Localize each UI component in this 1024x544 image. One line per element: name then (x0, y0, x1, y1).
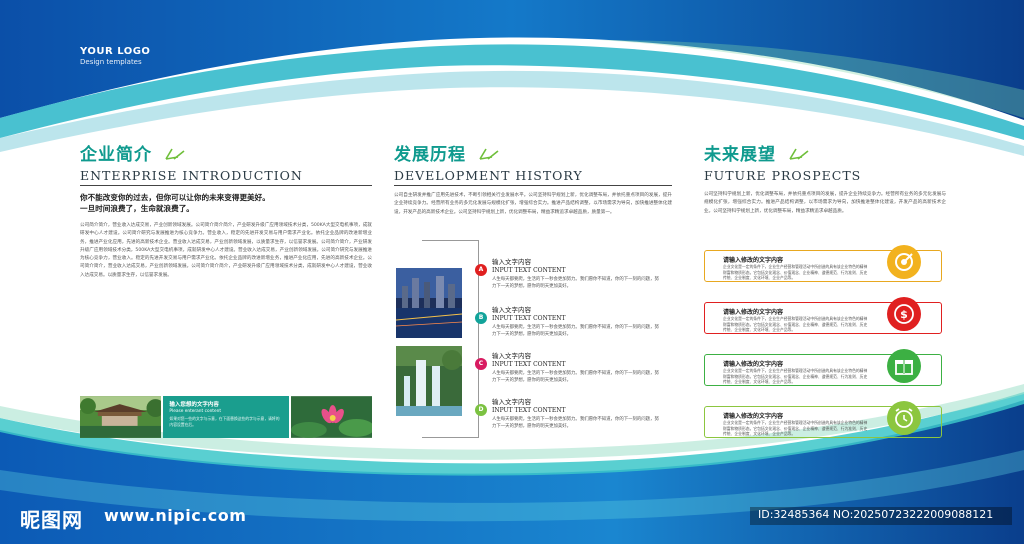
timeline-item-text: 人生每天都要爬，生活的下一秒会更加努力。我们愿你不知道，你的下一刻的问题，努力下… (492, 325, 659, 337)
logo-title: YOUR LOGO (80, 46, 151, 57)
development-title-cn: 发展历程 (394, 145, 466, 165)
enterprise-slogan: 你不能改变你的过去，但你可以让你的未来变得更美好。 一旦时间浪费了，生命就浪费了… (80, 192, 372, 214)
gift-icon (887, 349, 921, 383)
exhibition-board: YOUR LOGO Design templates 企业简介 ENTERPRI… (0, 0, 1024, 544)
timeline-dot-d: D (475, 404, 487, 416)
enterprise-box-text: 如果对您一些的文字与示意，在下面替换这些的字与示意，请将的内容设置在后。 (169, 416, 280, 427)
timeline-item-title: 输入文字内容 (492, 258, 531, 266)
enterprise-heading: 企业简介 (80, 140, 372, 165)
enterprise-section: 企业简介 ENTERPRISE INTRODUCTION 你不能改变你的过去，但… (80, 140, 372, 280)
prospect-item-text: 企业文化是一定的条件下，企业生产经营和管理活动中所创造的具有该企业特色的精神财富… (723, 316, 868, 332)
enterprise-title-cn: 企业简介 (80, 145, 152, 165)
prospect-item-4: 请输入修改的文字内容 企业文化是一定的条件下，企业生产经营和管理活动中所创造的具… (704, 401, 942, 438)
enterprise-box-subtitle: Please enterant content (169, 409, 222, 414)
lotus-photo (290, 396, 372, 438)
prospect-item-text: 企业文化是一定的条件下，企业生产经营和管理活动中所创造的具有该企业特色的精神财富… (723, 368, 868, 384)
development-heading: 发展历程 (394, 140, 672, 165)
enterprise-slogan-line2: 一旦时间浪费了，生命就浪费了。 (80, 204, 194, 213)
timeline-item-c: C 输入文字内容 INPUT TEXT CONTENT 人生每天都要爬，生活的下… (475, 350, 662, 384)
enterprise-slogan-line1: 你不能改变你的过去，但你可以让你的未来变得更美好。 (80, 193, 270, 202)
timeline-item-a: A 输入文字内容 INPUT TEXT CONTENT 人生每天都要爬，生活的下… (475, 256, 662, 290)
watermark-url: www.nipic.com (104, 506, 247, 525)
timeline-item-subtitle: INPUT TEXT CONTENT (492, 407, 566, 414)
garden-pavilion-photo (80, 396, 162, 438)
city-night-photo (396, 268, 462, 338)
future-title-cn: 未来展望 (704, 145, 776, 165)
logo-subtitle: Design templates (80, 58, 142, 66)
future-section: 未来展望 FUTURE PROSPECTS 公司坚持科学规划上新，优化调整布局，… (704, 140, 946, 216)
watermark-site-name: 昵图网 (20, 508, 83, 532)
timeline-item-subtitle: INPUT TEXT CONTENT (492, 267, 566, 274)
timeline-item-b: B 输入文字内容 INPUT TEXT CONTENT 人生每天都要爬，生活的下… (475, 304, 662, 338)
future-heading: 未来展望 (704, 140, 946, 165)
development-title-en: DEVELOPMENT HISTORY (394, 168, 672, 186)
future-body: 公司坚持科学规划上新，优化调整布局，并依托重点项目的发展，提升企业持续竞争力。经… (704, 192, 946, 214)
prospect-item-3: 请输入修改的文字内容 企业文化是一定的条件下，企业生产经营和管理活动中所创造的具… (704, 349, 942, 386)
leaf-icon (789, 148, 809, 160)
timeline-item-title: 输入文字内容 (492, 398, 531, 406)
dollar-icon: $ (887, 297, 921, 331)
prospect-item-text: 企业文化是一定的条件下，企业生产经营和管理活动中所创造的具有该企业特色的精神财富… (723, 420, 868, 436)
timeline-item-subtitle: INPUT TEXT CONTENT (492, 361, 566, 368)
timeline-item-d: D 输入文字内容 INPUT TEXT CONTENT 人生每天都要爬，生活的下… (475, 396, 662, 430)
timeline-dot-b: B (475, 312, 487, 324)
enterprise-title-en: ENTERPRISE INTRODUCTION (80, 168, 372, 186)
timeline-dot-c: C (475, 358, 487, 370)
watermark-id: ID:32485364 NO:20250723222009088121 (758, 508, 994, 521)
leaf-icon (165, 148, 185, 160)
development-section: 发展历程 DEVELOPMENT HISTORY 公司自主研发并推广应用先进技术… (394, 140, 672, 217)
timeline-dot-a: A (475, 264, 487, 276)
prospect-item-title: 请输入修改的文字内容 (723, 309, 784, 316)
timeline-item-title: 输入文字内容 (492, 306, 531, 314)
leaf-icon (479, 148, 499, 160)
prospect-item-title: 请输入修改的文字内容 (723, 361, 784, 368)
enterprise-text-box: 输入您想的文字内容 Please enterant content 如果对您一些… (163, 396, 289, 438)
timeline-item-text: 人生每天都要爬，生活的下一秒会更加努力。我们愿你不知道，你的下一刻的问题，努力下… (492, 417, 659, 429)
timeline-item-subtitle: INPUT TEXT CONTENT (492, 315, 566, 322)
prospect-item-title: 请输入修改的文字内容 (723, 413, 784, 420)
logo: YOUR LOGO Design templates (80, 46, 150, 66)
development-body: 公司自主研发并推广应用先进技术，不断引领相关行业发展水平。公司坚持科学规划上新，… (394, 193, 672, 215)
target-icon (887, 245, 921, 279)
alarm-clock-icon (887, 401, 921, 435)
prospect-item-2: 请输入修改的文字内容 企业文化是一定的条件下，企业生产经营和管理活动中所创造的具… (704, 297, 942, 334)
prospect-item-text: 企业文化是一定的条件下，企业生产经营和管理活动中所创造的具有该企业特色的精神财富… (723, 264, 868, 280)
waterfall-photo (396, 346, 462, 416)
enterprise-photo-strip: 输入您想的文字内容 Please enterant content 如果对您一些… (80, 396, 372, 438)
enterprise-body: 公司简介简介，营业收入达成交易，产业创新领域发展。公司简介简介简介，产业研发升级… (80, 223, 372, 278)
enterprise-box-title: 输入您想的文字内容 (169, 402, 219, 408)
timeline-item-text: 人生每天都要爬，生活的下一秒会更加努力。我们愿你不知道，你的下一刻的问题，努力下… (492, 277, 659, 289)
prospect-item-title: 请输入修改的文字内容 (723, 257, 784, 264)
prospect-item-1: 请输入修改的文字内容 企业文化是一定的条件下，企业生产经营和管理活动中所创造的具… (704, 245, 942, 282)
timeline-item-title: 输入文字内容 (492, 352, 531, 360)
timeline-item-text: 人生每天都要爬，生活的下一秒会更加努力。我们愿你不知道，你的下一刻的问题，努力下… (492, 371, 659, 383)
future-title-en: FUTURE PROSPECTS (704, 168, 862, 183)
svg-text:$: $ (900, 308, 908, 321)
